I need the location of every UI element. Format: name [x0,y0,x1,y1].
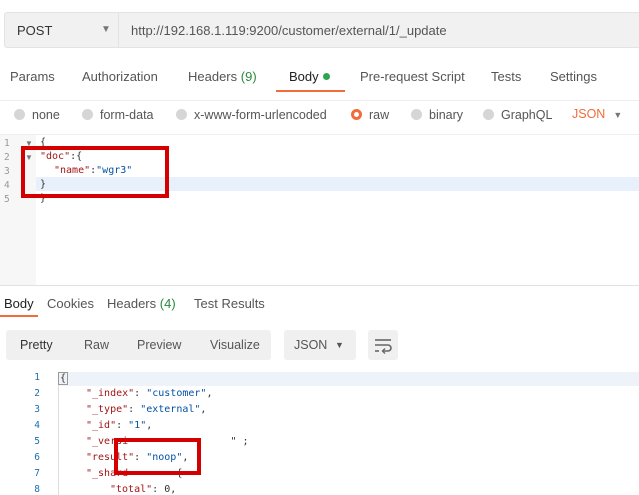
line-number: 4 [34,420,40,431]
radio-circle-icon [176,109,187,120]
wrap-lines-button[interactable] [368,330,398,360]
json-value: "customer" [146,388,207,399]
json-key: "total" [110,484,153,495]
json-value: "external" [140,404,201,415]
line-number: 3 [4,166,10,177]
response-tabs: Body Cookies Headers (4) Test Results [0,286,639,318]
json-brace: { [58,372,69,385]
tab-settings[interactable]: Settings [550,69,597,84]
json-punct: " ; [230,436,249,447]
tab-headers[interactable]: Headers (9) [188,69,257,84]
res-tab-headers-label: Headers [107,296,157,311]
response-body-viewer[interactable]: 1 2 3 4 5 6 7 8 { "_index": "customer", … [0,368,639,495]
radio-circle-icon [483,109,494,120]
json-line: "_id": "1", [86,420,153,431]
line-number: 5 [34,436,40,447]
indent-guide [58,372,59,495]
url-text: http://192.168.1.119:9200/customer/exter… [131,23,447,38]
body-type-radios: none form-data x-www-form-urlencoded raw… [0,100,639,129]
line-number: 3 [34,404,40,415]
json-key: "_id" [86,420,117,431]
radio-selected-icon [351,109,362,120]
line-number: 8 [34,484,40,495]
method-select[interactable]: POST ▼ [4,12,119,48]
radio-circle-icon [82,109,93,120]
tab-pre-request-script[interactable]: Pre-request Script [360,69,465,84]
radio-graphql[interactable]: GraphQL [483,108,552,122]
visualize-button[interactable]: Visualize [210,338,260,352]
wrap-lines-icon [375,339,392,354]
res-tab-headers[interactable]: Headers (4) [107,296,176,311]
res-tab-headers-count: (4) [159,296,176,311]
radio-form-data-label: form-data [100,108,154,122]
url-bar: POST ▼ http://192.168.1.119:9200/custome… [0,0,639,58]
tab-authorization[interactable]: Authorization [82,69,158,84]
preview-button[interactable]: Preview [137,338,181,352]
line-number: 5 [4,194,10,205]
method-label: POST [17,23,53,38]
json-value: 0 [164,484,171,495]
radio-urlencoded[interactable]: x-www-form-urlencoded [176,108,327,122]
radio-circle-icon [14,109,25,120]
view-mode-group: Pretty Raw Preview Visualize [6,330,271,360]
response-format-select[interactable]: JSON ▼ [284,330,356,360]
red-annotation-box [21,146,169,198]
raw-button[interactable]: Raw [84,338,109,352]
json-line: "_type": "external", [86,404,207,415]
json-line: "_index": "customer", [86,388,213,399]
radio-urlencoded-label: x-www-form-urlencoded [194,108,327,122]
json-key: "_index" [86,388,135,399]
body-indicator-dot [322,73,330,80]
tab-tests[interactable]: Tests [491,69,521,84]
active-res-tab-underline [0,315,38,317]
radio-binary[interactable]: binary [411,108,463,122]
radio-form-data[interactable]: form-data [82,108,154,122]
line-number: 1 [4,138,10,149]
radio-circle-icon [411,109,422,120]
line-number: 4 [4,180,10,191]
json-key: "_type" [86,404,129,415]
chevron-down-icon: ▼ [335,340,344,350]
res-tab-body[interactable]: Body [4,296,34,311]
chevron-down-icon: ▼ [613,110,623,120]
res-tab-cookies[interactable]: Cookies [47,296,94,311]
tab-headers-label: Headers [188,69,238,84]
radio-none[interactable]: none [14,108,60,122]
response-format-label: JSON [294,338,328,352]
line-number: 1 [34,372,40,383]
tab-body[interactable]: Body [289,69,330,84]
pretty-button[interactable]: Pretty [20,338,53,352]
chevron-down-icon: ▼ [101,24,111,35]
active-tab-underline [276,90,345,92]
line-number: 6 [34,452,40,463]
body-format-select[interactable]: JSON ▼ [572,107,622,121]
body-format-label: JSON [572,107,606,121]
request-tabs: Params Authorization Headers (9) Body Pr… [0,62,639,92]
active-line-highlight [58,372,639,386]
res-tab-test-results[interactable]: Test Results [194,296,265,311]
radio-binary-label: binary [429,108,464,122]
tab-body-label: Body [289,69,319,84]
radio-graphql-label: GraphQL [501,108,553,122]
json-value: "1" [128,420,147,431]
line-number: 2 [34,388,40,399]
tab-params[interactable]: Params [10,69,55,84]
radio-none-label: none [32,108,60,122]
json-line: "total": 0, [110,484,177,495]
tab-headers-count: (9) [240,69,257,84]
radio-raw-label: raw [369,108,390,122]
line-number: 2 [4,152,10,163]
red-annotation-box [114,438,201,475]
url-input[interactable]: http://192.168.1.119:9200/customer/exter… [119,12,639,48]
line-number: 7 [34,468,40,479]
response-toolbar: Pretty Raw Preview Visualize JSON ▼ [0,328,639,362]
radio-raw[interactable]: raw [351,108,389,122]
